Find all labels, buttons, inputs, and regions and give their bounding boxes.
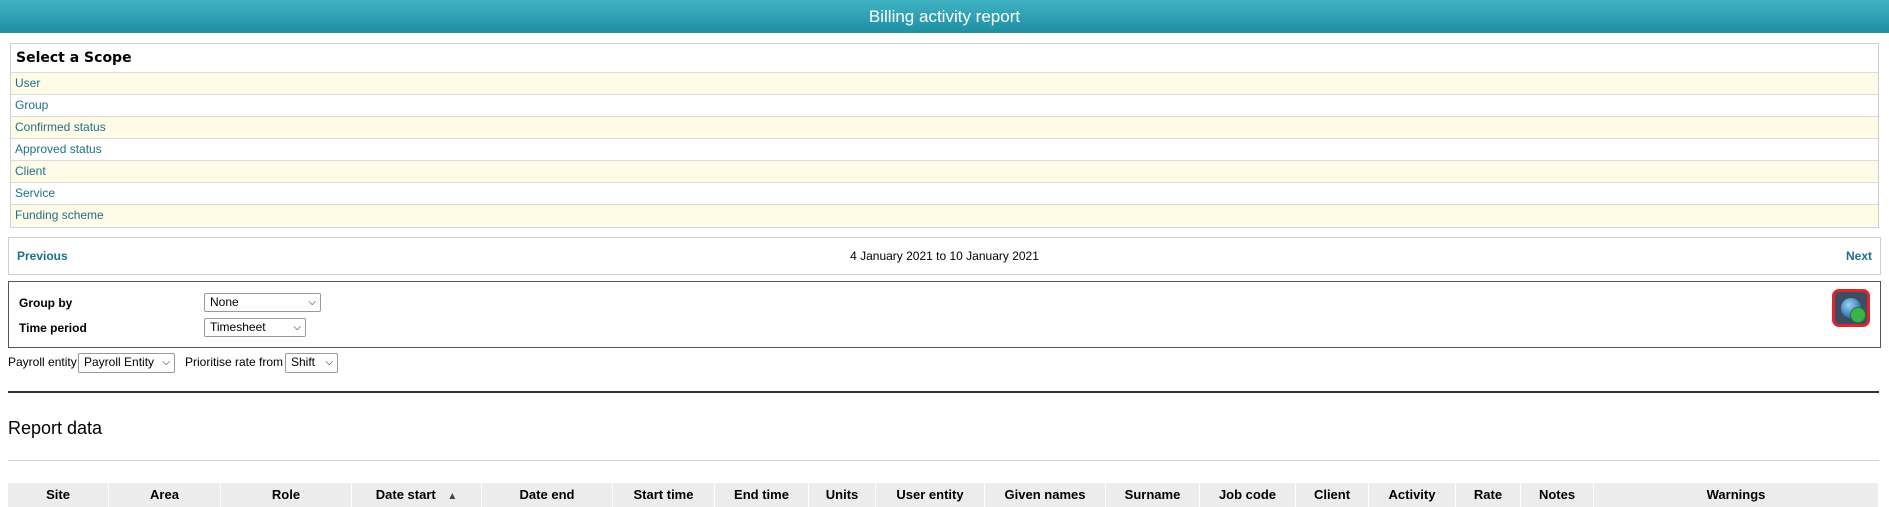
chevron-down-icon: ⌵ <box>308 297 316 308</box>
sort-ascending-icon: ▲ <box>447 491 458 502</box>
col-header-area[interactable]: Area <box>109 483 221 507</box>
col-header-notes[interactable]: Notes <box>1521 483 1594 507</box>
scope-item-group[interactable]: Group <box>11 94 1878 116</box>
date-range: 4 January 2021 to 10 January 2021 <box>850 249 1039 263</box>
previous-link[interactable]: Previous <box>17 238 68 274</box>
scope-item-approved-status[interactable]: Approved status <box>11 138 1878 160</box>
time-period-value: Timesheet <box>210 320 266 334</box>
next-link[interactable]: Next <box>1846 238 1872 274</box>
scope-title: Select a Scope <box>16 50 132 66</box>
col-header-warnings[interactable]: Warnings <box>1594 483 1879 507</box>
col-header-role[interactable]: Role <box>221 483 352 507</box>
page-title: Billing activity report <box>868 7 1021 26</box>
divider <box>8 460 1879 461</box>
group-by-label: Group by <box>19 296 73 310</box>
col-header-rate[interactable]: Rate <box>1456 483 1521 507</box>
time-period-label: Time period <box>19 321 87 335</box>
scope-panel: Select a Scope User Group Confirmed stat… <box>10 43 1879 228</box>
page-title-bar: Billing activity report <box>0 0 1889 33</box>
chevron-down-icon: ⌵ <box>325 357 333 368</box>
date-navigation: 4 January 2021 to 10 January 2021 Previo… <box>8 237 1881 275</box>
col-header-date-start[interactable]: Date start ▲ <box>352 483 482 507</box>
prioritise-rate-select[interactable]: Shift ⌵ <box>285 353 338 373</box>
col-header-given-names[interactable]: Given names <box>985 483 1106 507</box>
col-header-start-time[interactable]: Start time <box>613 483 715 507</box>
col-header-job-code[interactable]: Job code <box>1200 483 1296 507</box>
report-table-header: Site Area Role Date start ▲ Date end Sta… <box>8 483 1879 507</box>
refresh-icon <box>1850 307 1866 323</box>
scope-item-funding-scheme[interactable]: Funding scheme <box>11 204 1878 226</box>
col-header-client[interactable]: Client <box>1296 483 1369 507</box>
group-by-select[interactable]: None ⌵ <box>204 293 321 312</box>
col-header-site[interactable]: Site <box>8 483 109 507</box>
col-header-date-start-label: Date start <box>375 487 436 502</box>
payroll-entity-label: Payroll entity <box>8 355 77 369</box>
time-period-select[interactable]: Timesheet ⌵ <box>204 318 306 337</box>
col-header-end-time[interactable]: End time <box>715 483 809 507</box>
col-header-date-end[interactable]: Date end <box>482 483 613 507</box>
col-header-activity[interactable]: Activity <box>1369 483 1456 507</box>
payroll-entity-select[interactable]: Payroll Entity ⌵ <box>78 353 175 373</box>
col-header-user-entity[interactable]: User entity <box>876 483 985 507</box>
chevron-down-icon: ⌵ <box>162 357 170 368</box>
refresh-button[interactable] <box>1832 289 1870 327</box>
col-header-units[interactable]: Units <box>809 483 876 507</box>
scope-item-client[interactable]: Client <box>11 160 1878 182</box>
report-options: Group by None ⌵ Time period Timesheet ⌵ <box>8 281 1881 348</box>
payroll-entity-value: Payroll Entity <box>84 355 155 369</box>
prioritise-rate-label: Prioritise rate from <box>185 355 284 369</box>
chevron-down-icon: ⌵ <box>293 322 301 333</box>
group-by-value: None <box>210 295 239 309</box>
col-header-surname[interactable]: Surname <box>1106 483 1200 507</box>
scope-item-confirmed-status[interactable]: Confirmed status <box>11 116 1878 138</box>
divider <box>8 391 1879 393</box>
prioritise-rate-value: Shift <box>291 355 316 369</box>
scope-item-service[interactable]: Service <box>11 182 1878 204</box>
report-title: Report data <box>8 418 103 438</box>
scope-item-user[interactable]: User <box>11 72 1878 94</box>
